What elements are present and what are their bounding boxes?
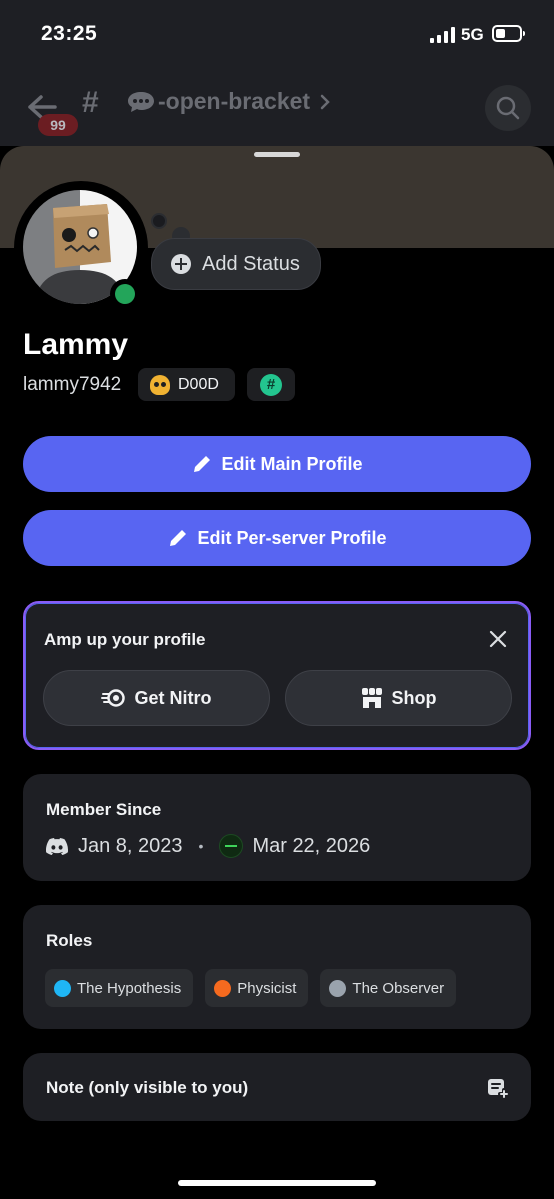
guild-tag[interactable]: D00D [138,368,235,401]
guild-tag-label: D00D [178,375,219,393]
discord-join-date: Jan 8, 2023 [78,834,183,857]
speech-bubble-icon [128,91,154,112]
roles-title: Roles [46,931,93,950]
display-name: Lammy [23,328,129,361]
server-icon [219,834,244,858]
chevron-right-icon [320,94,330,110]
clock: 23:25 [41,22,98,45]
channel-title[interactable]: -open-bracket [126,88,310,115]
locked-channel-icon: # [82,86,99,119]
edit-per-server-profile-label: Edit Per-server Profile [197,527,387,548]
nitro-icon [101,689,126,707]
channel-name: -open-bracket [158,88,311,114]
discord-logo-icon [46,837,68,855]
shop-button[interactable]: Shop [285,670,512,726]
channel-header: 99 # -open-bracket [0,70,554,146]
pencil-icon [194,456,211,472]
member-since-title: Member Since [46,800,162,819]
skull-icon [150,374,170,395]
battery-icon [492,25,525,42]
status-bar: 23:25 5G [0,0,554,70]
server-join-date: Mar 22, 2026 [252,834,371,857]
member-since-row: Jan 8, 2023 • Mar 22, 2026 [46,834,370,858]
edit-main-profile-button[interactable]: Edit Main Profile [23,436,531,492]
role-color-dot [54,979,71,997]
add-status-button[interactable]: Add Status [151,238,321,290]
role-color-dot [329,979,347,997]
pencil-icon [170,530,187,546]
search-icon [496,96,520,120]
get-nitro-button[interactable]: Get Nitro [43,670,270,726]
home-indicator[interactable] [178,1180,376,1186]
shop-icon [361,688,382,708]
amp-up-profile-card: Amp up your profile Get Nitro Shop [23,601,531,750]
note-title: Note (only visible to you) [46,1078,249,1097]
sheet-drag-handle[interactable] [254,152,300,157]
hashtag-badge[interactable]: # [247,368,295,401]
search-button[interactable] [485,85,531,131]
role-chip[interactable]: Physicist [205,969,309,1007]
hashtag-icon: # [260,373,282,396]
status-thought-dot [151,213,167,229]
note-card[interactable]: Note (only visible to you) [23,1053,531,1121]
member-since-card: Member Since Jan 8, 2023 • Mar 22, 2026 [23,774,531,881]
role-label: Physicist [237,979,297,997]
close-icon[interactable] [489,630,507,648]
unread-badge: 99 [38,114,78,136]
edit-main-profile-label: Edit Main Profile [221,453,363,474]
add-note-icon[interactable] [487,1077,509,1099]
edit-per-server-profile-button[interactable]: Edit Per-server Profile [23,510,531,566]
add-status-label: Add Status [202,252,300,275]
role-label: The Hypothesis [77,979,182,997]
username[interactable]: lammy7942 [23,374,121,396]
role-chip[interactable]: The Hypothesis [45,969,194,1007]
network-type: 5G [461,25,484,44]
roles-list: The Hypothesis Physicist The Observer [45,969,457,1007]
role-color-dot [214,979,232,997]
cellular-signal-icon [430,27,456,43]
date-separator: • [198,838,204,854]
role-chip[interactable]: The Observer [320,969,457,1007]
role-label: The Observer [352,979,445,997]
plus-icon [171,254,191,274]
amp-up-title: Amp up your profile [44,630,206,649]
online-status-indicator [110,279,140,309]
get-nitro-label: Get Nitro [134,687,212,708]
roles-card: Roles The Hypothesis Physicist The Obser… [23,905,531,1029]
shop-label: Shop [391,687,437,708]
